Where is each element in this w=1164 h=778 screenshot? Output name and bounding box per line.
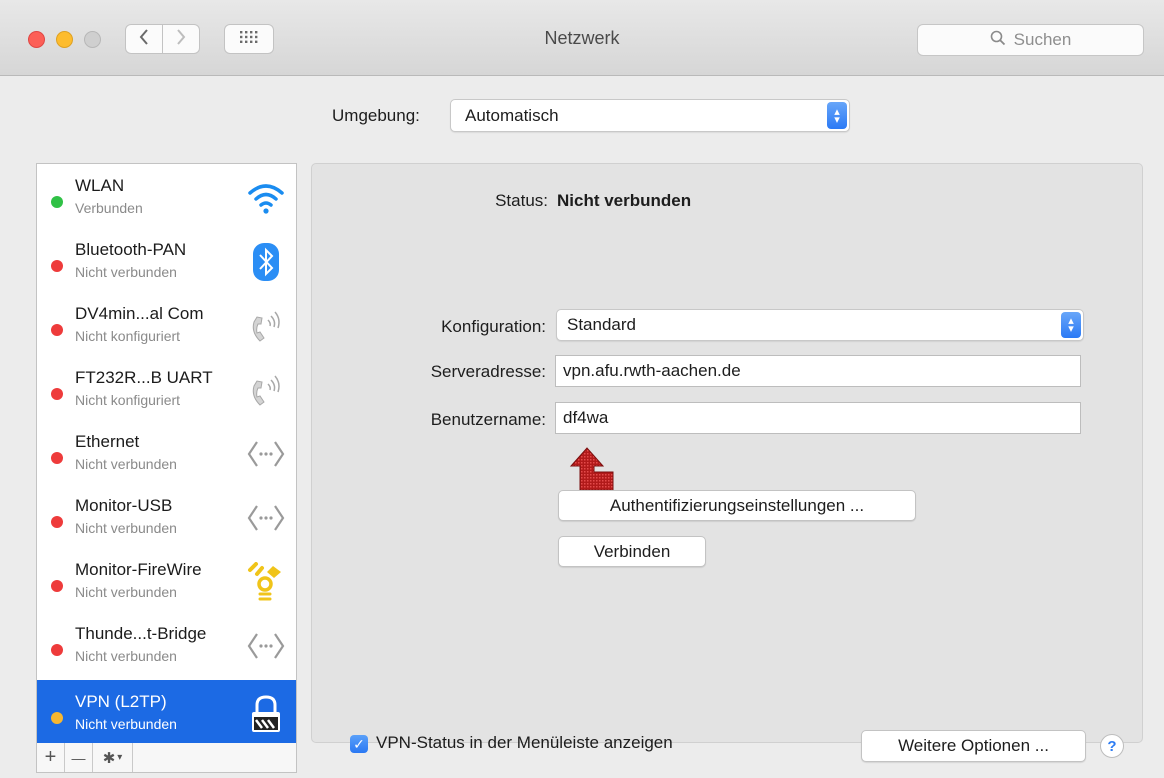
chevron-down-icon: ▾: [117, 752, 123, 763]
configuration-select[interactable]: Standard ▴ ▾: [556, 309, 1084, 341]
service-name: FT232R...B UART: [75, 368, 213, 387]
service-name: DV4min...al Com: [75, 304, 204, 323]
search-placeholder: Suchen: [1013, 30, 1072, 49]
configuration-label: Konfiguration:: [441, 317, 546, 336]
location-select[interactable]: Automatisch ▴ ▾: [450, 99, 850, 132]
status-dot: [51, 712, 63, 724]
help-button[interactable]: ?: [1100, 734, 1124, 758]
phone-icon: [246, 306, 286, 346]
location-label: Umgebung:: [332, 106, 420, 125]
connect-button[interactable]: Verbinden: [558, 536, 706, 567]
phone-icon: [246, 370, 286, 410]
firewire-icon: [246, 562, 286, 602]
username-field[interactable]: df4wa: [555, 402, 1081, 434]
service-status: Verbunden: [75, 200, 143, 216]
service-name: Bluetooth-PAN: [75, 240, 187, 259]
status-label: Status:: [495, 191, 548, 210]
service-name: Ethernet: [75, 432, 140, 451]
remove-service-button[interactable]: —: [65, 743, 93, 772]
status-dot: [51, 452, 63, 464]
title-bar: Netzwerk Suchen: [0, 0, 1164, 76]
action-menu-button[interactable]: ✱ ▾: [93, 743, 133, 772]
service-status: Nicht konfiguriert: [75, 328, 181, 344]
status-dot: [51, 388, 63, 400]
ethernet-icon: [246, 434, 286, 474]
service-item-bluetooth-pan[interactable]: Bluetooth-PAN Nicht verbunden: [37, 228, 296, 292]
service-item-thunderbolt-bridge[interactable]: Thunde...t-Bridge Nicht verbunden: [37, 612, 296, 676]
popup-arrows-icon: ▴ ▾: [827, 102, 847, 129]
status-value: Nicht verbunden: [557, 191, 692, 210]
server-address-field[interactable]: vpn.afu.rwth-aachen.de: [555, 355, 1081, 387]
network-preferences-window: Netzwerk Suchen Umgebung: Automatisch ▴ ▾…: [0, 0, 1164, 778]
minus-icon: —: [71, 749, 86, 766]
service-item-ft232r[interactable]: FT232R...B UART Nicht konfiguriert: [37, 356, 296, 420]
wifi-icon: [246, 178, 286, 218]
more-options-button[interactable]: Weitere Optionen ...: [861, 730, 1086, 762]
ethernet-icon: [246, 498, 286, 538]
search-icon: [990, 30, 1006, 51]
service-name: WLAN: [75, 176, 125, 195]
search-field[interactable]: Suchen: [917, 24, 1144, 56]
service-item-dv4mini[interactable]: DV4min...al Com Nicht konfiguriert: [37, 292, 296, 356]
service-status: Nicht verbunden: [75, 584, 177, 600]
service-item-monitor-firewire[interactable]: Monitor-FireWire Nicht verbunden: [37, 548, 296, 612]
service-item-vpn-l2tp[interactable]: VPN (L2TP) Nicht verbunden: [37, 680, 296, 744]
service-status: Nicht konfiguriert: [75, 392, 181, 408]
status-dot: [51, 516, 63, 528]
detail-pane: [311, 163, 1143, 743]
service-list-toolbar: + — ✱ ▾: [36, 743, 297, 773]
plus-icon: +: [44, 746, 57, 768]
show-vpn-status-checkbox[interactable]: ✓: [350, 735, 368, 753]
service-item-wlan[interactable]: WLAN Verbunden: [37, 164, 296, 228]
checkmark-icon: ✓: [353, 735, 365, 752]
location-value: Automatisch: [465, 105, 559, 125]
show-vpn-status-label: VPN-Status in der Menüleiste anzeigen: [376, 733, 673, 752]
service-status: Nicht verbunden: [75, 716, 177, 732]
service-status: Nicht verbunden: [75, 520, 177, 536]
service-name: Thunde...t-Bridge: [75, 624, 207, 643]
server-address-label: Serveradresse:: [430, 362, 546, 381]
service-status: Nicht verbunden: [75, 456, 177, 472]
add-service-button[interactable]: +: [37, 743, 65, 772]
gear-icon: ✱: [102, 749, 116, 767]
service-name: Monitor-USB: [75, 496, 173, 515]
status-dot: [51, 196, 63, 208]
status-dot: [51, 260, 63, 272]
popup-arrows-icon: ▴ ▾: [1061, 312, 1081, 338]
service-list: WLAN Verbunden Bluetooth-PAN Nicht verbu…: [36, 163, 297, 744]
service-name: Monitor-FireWire: [75, 560, 202, 579]
status-dot: [51, 580, 63, 592]
service-item-ethernet[interactable]: Ethernet Nicht verbunden: [37, 420, 296, 484]
service-status: Nicht verbunden: [75, 264, 177, 280]
status-dot: [51, 644, 63, 656]
status-dot: [51, 324, 63, 336]
configuration-value: Standard: [567, 315, 636, 334]
service-name: VPN (L2TP): [75, 692, 167, 711]
ethernet-icon: [246, 626, 286, 666]
bluetooth-icon: [246, 242, 286, 282]
service-status: Nicht verbunden: [75, 648, 177, 664]
service-item-monitor-usb[interactable]: Monitor-USB Nicht verbunden: [37, 484, 296, 548]
vpn-lock-icon: [246, 694, 286, 734]
username-label: Benutzername:: [430, 410, 546, 429]
authentication-settings-button[interactable]: Authentifizierungseinstellungen ...: [558, 490, 916, 521]
